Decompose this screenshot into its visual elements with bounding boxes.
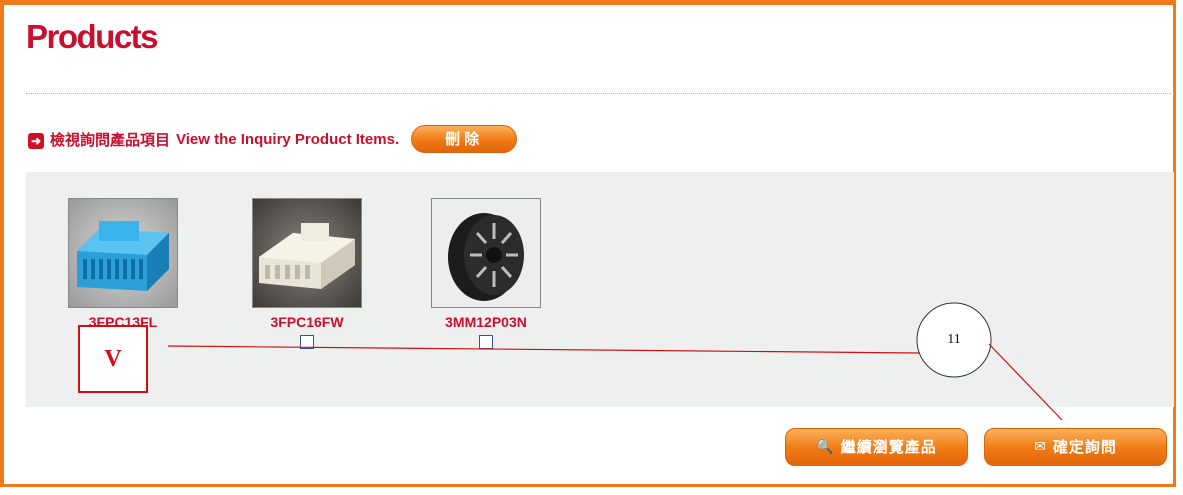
annotation-circle-label: 11 bbox=[947, 332, 961, 347]
continue-browsing-label: 繼續瀏覽產品 bbox=[840, 438, 937, 456]
annotation-box: V bbox=[78, 325, 148, 393]
continue-browsing-button[interactable]: 🔍 繼續瀏覽產品 bbox=[785, 428, 968, 466]
continue-browsing-button-wrap: 🔍 繼續瀏覽產品 bbox=[785, 428, 968, 466]
zoom-icon: 🔍 bbox=[816, 439, 835, 455]
envelope-icon: ✉ bbox=[1034, 439, 1047, 455]
confirm-inquiry-button-wrap: ✉ 確定詢問 bbox=[984, 428, 1167, 466]
confirm-inquiry-label: 確定詢問 bbox=[1052, 438, 1117, 456]
confirm-inquiry-button[interactable]: ✉ 確定詢問 bbox=[984, 428, 1167, 466]
annotation-overlay bbox=[167, 302, 1063, 421]
